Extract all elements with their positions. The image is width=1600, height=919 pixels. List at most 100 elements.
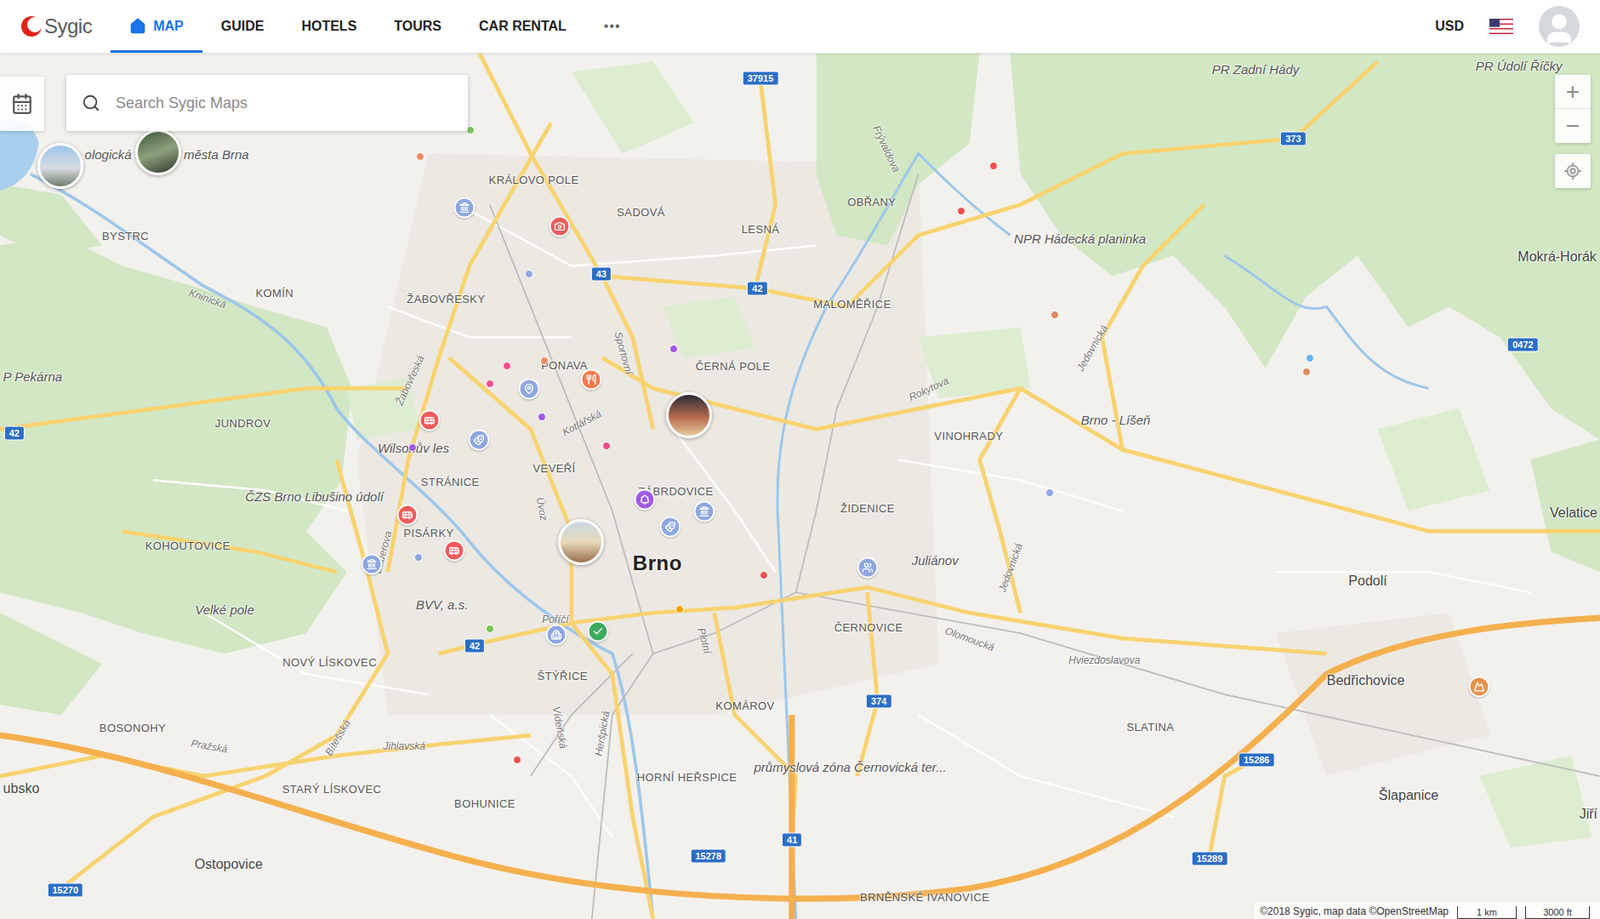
map-label: BRNĚNSKÉ IVANOVICE — [859, 891, 990, 903]
road-shield: 0472 — [1507, 337, 1538, 353]
theater-icon — [665, 520, 677, 532]
poi-dot[interactable] — [408, 443, 417, 452]
poi-marker[interactable] — [518, 377, 540, 399]
poi-dot[interactable] — [675, 604, 684, 614]
poi-marker[interactable] — [467, 428, 490, 450]
map-label: Velké pole — [194, 602, 255, 615]
calendar-icon — [11, 92, 34, 115]
attribution[interactable]: ©2018 Sygic, map data ©OpenStreetMap — [1259, 903, 1449, 919]
map-label: ŽIDENICE — [840, 502, 895, 514]
poi-dot[interactable] — [1302, 367, 1311, 376]
poi-dot[interactable] — [1050, 310, 1060, 319]
map-label: Velatice — [1549, 506, 1598, 520]
logo[interactable]: Sygic — [20, 0, 92, 53]
poi-dot[interactable] — [414, 552, 423, 562]
map-label: BOSONOHY — [99, 722, 166, 734]
poi-dot[interactable] — [759, 570, 769, 580]
poi-dot[interactable] — [602, 441, 611, 450]
road-shield: 15289 — [1191, 850, 1229, 866]
header-right: USD — [1434, 0, 1580, 53]
map-label: KOMÍN — [255, 286, 294, 298]
poi-marker[interactable] — [546, 623, 568, 645]
map-label: Pražská — [190, 737, 229, 754]
more-button[interactable]: ••• — [585, 0, 640, 53]
road-shield: 42 — [746, 281, 768, 297]
poi-marker[interactable] — [548, 215, 570, 237]
attribution-bar: ©2018 Sygic, map data ©OpenStreetMap 1 km… — [1254, 901, 1600, 919]
poi-marker[interactable] — [694, 500, 716, 522]
avatar[interactable] — [1538, 5, 1580, 47]
nav-item[interactable]: CAR RENTAL — [460, 0, 586, 53]
nav-item[interactable]: HOTELS — [282, 0, 376, 53]
road-shield: 43 — [591, 267, 612, 282]
check-icon — [592, 626, 604, 638]
map-label: Bítešská — [323, 717, 352, 758]
poi-dot[interactable] — [485, 379, 495, 388]
poi-dot[interactable] — [669, 344, 678, 354]
poi-marker[interactable] — [444, 540, 466, 562]
poi-dot[interactable] — [956, 206, 966, 216]
map-label: ologická — [85, 147, 132, 160]
road-shield: 15270 — [47, 882, 85, 897]
top-bar: Sygic MAPGUIDEHOTELSTOURSCAR RENTAL••• USD — [0, 0, 1600, 54]
map-label: VEVEŘÍ — [533, 462, 576, 474]
nav-item[interactable]: MAP — [110, 0, 203, 53]
poi-dot[interactable] — [512, 755, 522, 764]
app: Sygic MAPGUIDEHOTELSTOURSCAR RENTAL••• USD… — [0, 0, 1600, 919]
home-icon — [129, 17, 147, 35]
bus-icon — [449, 545, 461, 557]
poi-marker[interactable] — [587, 620, 610, 643]
locate-button[interactable] — [1554, 153, 1591, 188]
poi-marker[interactable] — [857, 556, 879, 578]
poi-dot[interactable] — [1305, 353, 1315, 363]
poi-marker[interactable] — [454, 197, 476, 219]
map-label: ČERNÁ POLE — [695, 360, 771, 372]
poi-dot[interactable] — [502, 361, 512, 371]
poi-marker[interactable] — [419, 409, 441, 431]
map-label: PR Údolí Říčky — [1475, 59, 1563, 73]
map-label: Brno - Líšeň — [1081, 412, 1151, 426]
poi-dot[interactable] — [989, 161, 998, 171]
photo[interactable] — [558, 518, 604, 565]
map-label: BOHUNICE — [454, 797, 516, 809]
zoom-controls: +− — [1554, 74, 1591, 143]
map-label: ČERNOVICE — [834, 621, 904, 633]
scale-metric: 1 km — [1457, 905, 1517, 919]
map-label: Podolí — [1348, 574, 1387, 588]
pin-icon — [523, 382, 535, 394]
poi-marker[interactable] — [1468, 676, 1490, 698]
poi-marker[interactable] — [396, 504, 418, 526]
poi-marker[interactable] — [580, 368, 602, 390]
photo[interactable] — [37, 142, 84, 189]
road-shield: 42 — [4, 426, 25, 441]
poi-dot[interactable] — [540, 356, 549, 365]
map-view[interactable]: ologickáměsta BrnaKRÁLOVO POLESADOVÁLESN… — [0, 53, 1600, 919]
main-nav: MAPGUIDEHOTELSTOURSCAR RENTAL••• — [110, 0, 639, 53]
zoom-out-button[interactable]: − — [1554, 108, 1591, 143]
map-label: NOVÝ LÍSKOVEC — [282, 656, 377, 668]
map-label: Šlapanice — [1378, 788, 1439, 803]
poi-dot[interactable] — [1045, 488, 1054, 497]
search-input[interactable] — [115, 91, 453, 115]
nav-item[interactable]: GUIDE — [202, 0, 284, 53]
calendar-button[interactable] — [0, 76, 45, 131]
poi-dot[interactable] — [415, 152, 425, 161]
poi-dot[interactable] — [524, 269, 534, 279]
poi-dot[interactable] — [485, 624, 495, 633]
poi-dot[interactable] — [537, 412, 547, 422]
nav-item[interactable]: TOURS — [375, 0, 461, 53]
photo[interactable] — [135, 129, 182, 176]
map-label: VINOHRADY — [933, 429, 1003, 441]
us-flag-icon[interactable] — [1489, 18, 1514, 35]
map-label: průmyslová zóna Černovická ter... — [753, 759, 946, 773]
zoom-in-button[interactable]: + — [1554, 74, 1591, 109]
map-label: Jihlavská — [383, 740, 426, 752]
poi-marker[interactable] — [360, 553, 382, 576]
photo[interactable] — [666, 392, 712, 439]
map-label: LESNÁ — [741, 223, 781, 235]
poi-marker[interactable] — [634, 489, 656, 511]
currency-selector[interactable]: USD — [1434, 16, 1464, 37]
map-label: Brno — [632, 552, 683, 574]
poi-marker[interactable] — [660, 515, 682, 537]
map-label: JUNDROV — [215, 417, 272, 429]
